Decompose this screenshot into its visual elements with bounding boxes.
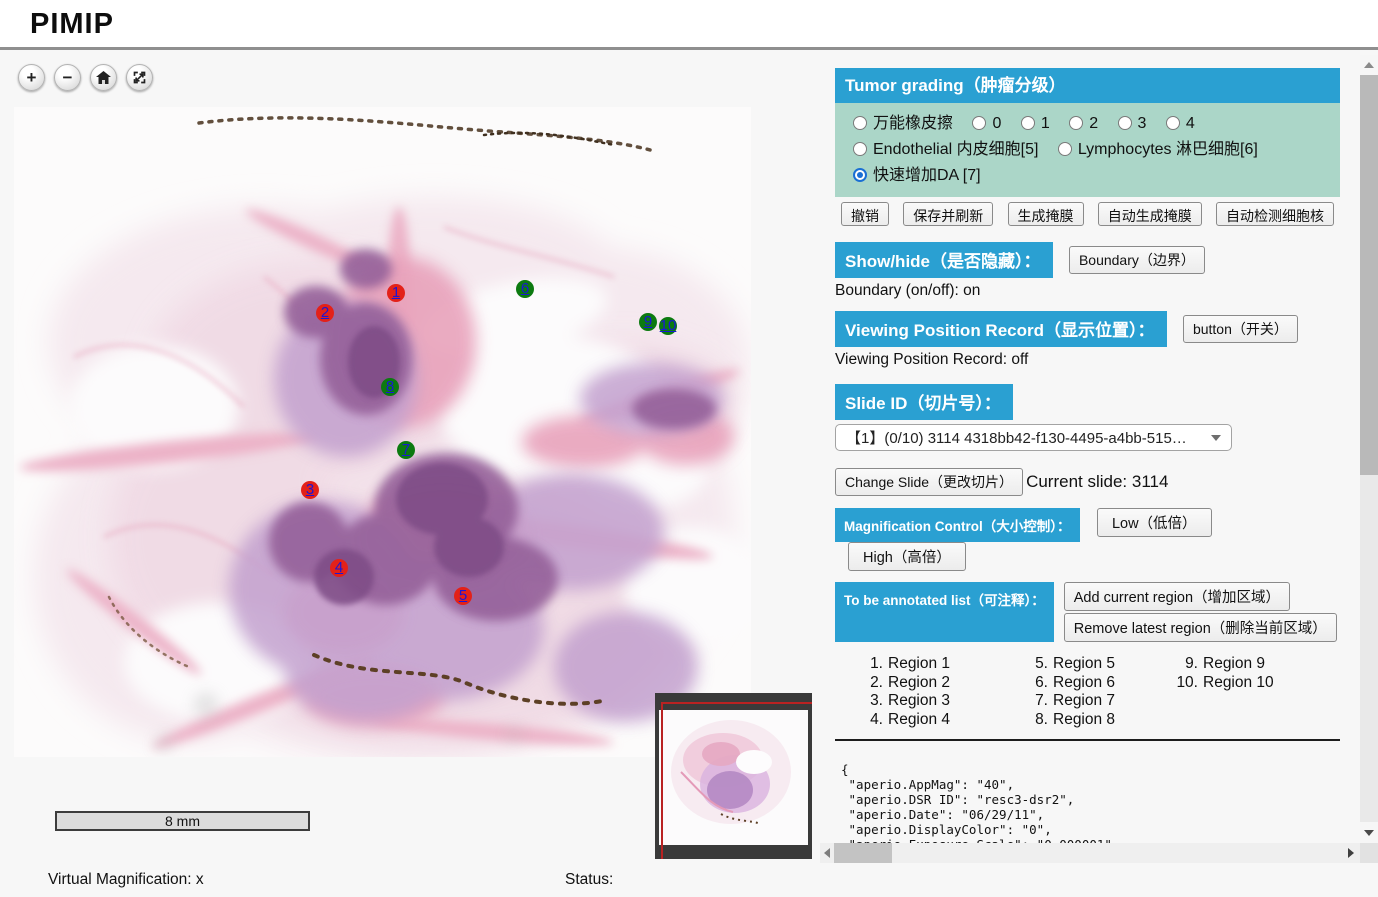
region-list-item: 5.Region 5 <box>1020 655 1170 674</box>
tumor-grading-options: 万能橡皮擦 0 1 2 3 4 Endothelial 内皮细胞[5] Lymp… <box>835 103 1340 197</box>
annotation-marker-10[interactable]: 10 <box>659 317 677 335</box>
boundary-status: Boundary (on/off): on <box>835 282 1340 300</box>
tumor-grading-header: Tumor grading（肿瘤分级） <box>835 68 1340 103</box>
status-label: Status: <box>565 871 613 889</box>
region-list-item: 4.Region 4 <box>855 711 1020 730</box>
radio-option-2[interactable]: 2 <box>1069 115 1098 132</box>
region-list-item: 7.Region 7 <box>1020 692 1170 711</box>
undo-button[interactable]: 撤销 <box>841 202 889 226</box>
horizontal-scrollbar-thumb[interactable] <box>834 843 892 863</box>
radio-option-eraser[interactable]: 万能橡皮擦 <box>853 115 953 132</box>
scale-bar: 8 mm <box>55 811 310 831</box>
full-page-button[interactable] <box>126 64 153 91</box>
scroll-right-arrow[interactable] <box>1344 843 1358 863</box>
current-slide-label: Current slide: 3114 <box>1026 472 1168 492</box>
scrollbar-corner <box>1360 843 1378 863</box>
radio-option-4[interactable]: 4 <box>1166 115 1195 132</box>
region-list-item: 3.Region 3 <box>855 692 1020 711</box>
radio-option-0[interactable]: 0 <box>972 115 1001 132</box>
viewing-position-toggle-button[interactable]: button（开关） <box>1183 315 1298 343</box>
radio-option-3[interactable]: 3 <box>1118 115 1147 132</box>
add-region-button[interactable]: Add current region（增加区域） <box>1064 582 1290 611</box>
whole-slide-image <box>14 107 751 757</box>
zoom-out-button[interactable]: − <box>54 64 81 91</box>
scroll-up-arrow[interactable] <box>1360 55 1378 75</box>
annotation-marker-1[interactable]: 1 <box>387 284 405 302</box>
annotation-marker-7[interactable]: 7 <box>397 441 415 459</box>
navigator[interactable] <box>655 693 812 859</box>
app-title: PIMIP <box>30 8 114 41</box>
viewer-controls: + − <box>18 64 153 91</box>
radio-icon[interactable] <box>1021 116 1035 130</box>
slide-viewer-canvas[interactable]: 1 2 3 4 5 6 7 8 9 10 <box>14 107 751 757</box>
control-panel: Tumor grading（肿瘤分级） 万能橡皮擦 0 1 2 3 4 Endo… <box>835 68 1340 843</box>
radio-option-endothelial[interactable]: Endothelial 内皮细胞[5] <box>853 141 1038 158</box>
annotate-list-header: To be annotated list（可注释）： <box>835 582 1054 642</box>
region-list-item: 6.Region 6 <box>1020 674 1170 693</box>
remove-region-button[interactable]: Remove latest region（删除当前区域） <box>1064 613 1337 642</box>
app-header: PIMIP <box>0 0 1378 50</box>
horizontal-scrollbar[interactable] <box>820 843 1360 863</box>
radio-icon[interactable] <box>1058 142 1072 156</box>
viewing-position-status: Viewing Position Record: off <box>835 351 1340 369</box>
annotation-marker-3[interactable]: 3 <box>301 481 319 499</box>
action-button-row: 撤销 保存并刷新 生成掩膜 自动生成掩膜 自动检测细胞核 <box>841 202 1334 226</box>
home-icon <box>96 71 111 85</box>
slide-select-dropdown[interactable]: 【1】(0/10) 3114 4318bb42-f130-4495-a4bb-5… <box>835 424 1232 451</box>
chevron-down-icon <box>1211 435 1221 441</box>
show-hide-header: Show/hide（是否隐藏）： <box>835 242 1053 278</box>
zoom-in-button[interactable]: + <box>18 64 45 91</box>
magnification-header: Magnification Control（大小控制）： <box>835 508 1080 542</box>
triangle-left-icon <box>824 848 830 858</box>
triangle-down-icon <box>1364 830 1374 836</box>
slide-metadata-json: { "aperio.AppMag": "40", "aperio.DSR ID"… <box>835 762 1340 843</box>
region-list: 1.Region 1 2.Region 2 3.Region 3 4.Regio… <box>835 655 1340 729</box>
radio-icon[interactable] <box>972 116 986 130</box>
vertical-scrollbar[interactable] <box>1360 55 1378 843</box>
annotation-marker-6[interactable]: 6 <box>516 280 534 298</box>
scroll-down-arrow[interactable] <box>1360 822 1378 843</box>
annotation-marker-8[interactable]: 8 <box>381 378 399 396</box>
slide-select-value: 【1】(0/10) 3114 4318bb42-f130-4495-a4bb-5… <box>846 427 1203 448</box>
annotation-marker-2[interactable]: 2 <box>316 304 334 322</box>
region-list-item: 1.Region 1 <box>855 655 1020 674</box>
radio-option-1[interactable]: 1 <box>1021 115 1050 132</box>
radio-icon[interactable] <box>853 116 867 130</box>
navigator-viewport[interactable] <box>661 702 812 859</box>
radio-option-fast-da[interactable]: 快速增加DA [7] <box>853 167 981 184</box>
radio-icon[interactable] <box>1069 116 1083 130</box>
boundary-toggle-button[interactable]: Boundary（边界） <box>1069 246 1205 274</box>
annotation-marker-5[interactable]: 5 <box>454 587 472 605</box>
plus-icon: + <box>27 68 37 88</box>
high-magnification-button[interactable]: High（高倍） <box>848 542 966 571</box>
region-list-item: 2.Region 2 <box>855 674 1020 693</box>
radio-icon[interactable] <box>1118 116 1132 130</box>
annotation-marker-4[interactable]: 4 <box>330 559 348 577</box>
virtual-magnification-label: Virtual Magnification: x <box>48 871 204 889</box>
slide-id-header: Slide ID（切片号）： <box>835 384 1013 420</box>
radio-option-lymphocytes[interactable]: Lymphocytes 淋巴细胞[6] <box>1058 141 1258 158</box>
region-list-item: 10.Region 10 <box>1170 674 1320 693</box>
minus-icon: − <box>63 68 73 88</box>
section-divider <box>835 739 1340 741</box>
generate-mask-button[interactable]: 生成掩膜 <box>1008 202 1084 226</box>
viewing-position-header: Viewing Position Record（显示位置）： <box>835 311 1167 347</box>
change-slide-button[interactable]: Change Slide（更改切片） <box>835 468 1023 496</box>
radio-icon[interactable] <box>853 142 867 156</box>
auto-generate-mask-button[interactable]: 自动生成掩膜 <box>1098 202 1202 226</box>
region-list-item: 8.Region 8 <box>1020 711 1170 730</box>
radio-icon[interactable] <box>1166 116 1180 130</box>
save-refresh-button[interactable]: 保存并刷新 <box>903 202 993 226</box>
home-button[interactable] <box>90 64 117 91</box>
region-list-item: 9.Region 9 <box>1170 655 1320 674</box>
auto-detect-nuclei-button[interactable]: 自动检测细胞核 <box>1216 202 1334 226</box>
scroll-left-arrow[interactable] <box>820 843 834 863</box>
radio-icon-selected[interactable] <box>853 168 867 182</box>
triangle-up-icon <box>1364 62 1374 68</box>
low-magnification-button[interactable]: Low（低倍） <box>1097 508 1212 537</box>
vertical-scrollbar-thumb[interactable] <box>1360 75 1378 475</box>
fullscreen-icon <box>132 70 147 85</box>
triangle-right-icon <box>1348 848 1354 858</box>
